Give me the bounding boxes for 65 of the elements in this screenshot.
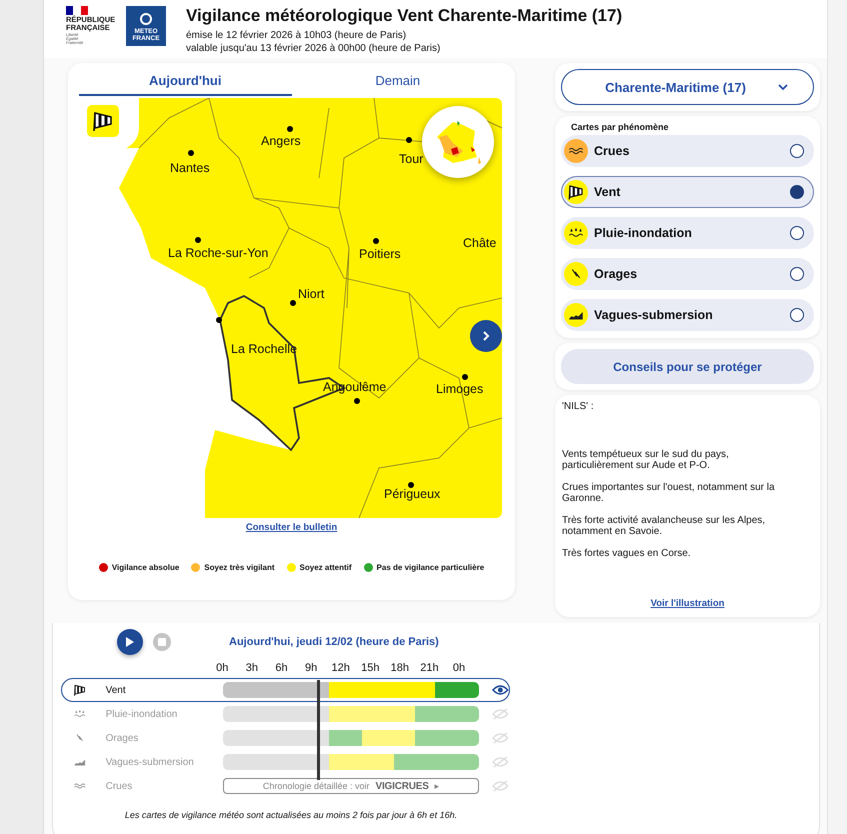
legend-label: Soyez attentif — [300, 563, 352, 572]
hour-label: 18h — [390, 662, 410, 674]
row-label: Pluie-inondation — [106, 708, 178, 720]
eye-icon[interactable] — [492, 684, 509, 696]
bulletin-paragraph: Vents tempétueux sur le sud du pays, particulièrement sur Aude et P-O. — [562, 448, 730, 472]
chevron-down-icon — [778, 83, 788, 91]
row-label: Orages — [106, 732, 140, 744]
illustration-link[interactable]: Voir l'illustration — [650, 598, 724, 609]
play-icon — [125, 636, 135, 648]
phenomenon-option[interactable]: Orages — [561, 258, 814, 290]
day-tab[interactable]: Aujourd'hui — [79, 69, 292, 96]
windsock-icon — [87, 105, 119, 137]
radio-button[interactable] — [790, 267, 804, 281]
bulletin-paragraph: Très fortes vagues en Corse. — [562, 548, 692, 559]
legend-label: Pas de vigilance particulière — [376, 563, 484, 572]
hour-label: 15h — [360, 662, 380, 674]
vigicrues-link[interactable]: Chronologie détaillée : voir VIGICRUES ▸ — [223, 778, 480, 794]
city-label: Tour — [399, 152, 424, 166]
timeline-row[interactable]: Crues Chronologie détaillée : voir VIGICRUES ▸ — [61, 774, 510, 798]
bulletin-link[interactable]: Consulter le bulletin — [246, 522, 338, 533]
logo-mark-icon — [140, 13, 152, 25]
row-label: Vent — [106, 684, 127, 696]
hour-label: 6h — [274, 662, 289, 674]
city-label: Poitiers — [359, 247, 401, 261]
stop-icon — [158, 638, 166, 646]
radio-button[interactable] — [790, 144, 804, 158]
department-select[interactable]: Charente-Maritime (17) — [561, 69, 814, 105]
city-label: La Roche-sur-Yon — [168, 246, 268, 260]
day-tab[interactable]: Demain — [292, 69, 504, 96]
validity-text: valable jusqu'au 13 février 2026 à 00h00 (heure de Paris) — [186, 42, 442, 55]
legend-label: Vigilance absolue — [112, 563, 180, 572]
city-label: Nantes — [170, 161, 210, 175]
phenomenon-option[interactable]: Crues — [561, 135, 814, 167]
hour-label: 0h — [452, 662, 466, 674]
advice-button[interactable]: Conseils pour se protéger — [561, 349, 814, 384]
page-title: Vigilance météorologique Vent Charente-Maritime (17) — [186, 6, 622, 26]
phenomenon-option[interactable]: Pluie-inondation — [561, 217, 814, 249]
section-title: Cartes par phénomène — [571, 122, 670, 132]
hour-label: 21h — [419, 662, 440, 674]
city-label: Limoges — [436, 382, 484, 396]
hour-label: 3h — [244, 662, 260, 674]
bulletin-heading: 'NILS' : — [562, 401, 595, 412]
row-label: Vagues-submersion — [106, 756, 195, 768]
bulletin-paragraph: Très forte activité avalancheuse sur les Alpes, notamment en Savoie. — [562, 514, 766, 538]
bulletin-paragraph: Crues importantes sur l'ouest, notamment sur la Garonne. — [562, 482, 776, 504]
row-label: Crues — [106, 780, 134, 792]
city-label: Niort — [298, 287, 324, 301]
phenomenon-option[interactable]: Vent — [561, 176, 814, 208]
radio-button[interactable] — [790, 226, 804, 240]
phenomenon-option[interactable]: Vagues-submersion — [561, 299, 814, 331]
radio-button[interactable] — [790, 308, 804, 322]
city-label: Châte — [463, 236, 496, 250]
legend-label: Soyez très vigilant — [204, 563, 275, 572]
update-note: Les cartes de vigilance météo sont actualisées au moins 2 fois par jour à 6h et 16h. — [124, 810, 458, 820]
hour-label: 0h — [215, 662, 230, 674]
timeline-row[interactable]: Vent — [61, 678, 510, 702]
city-label: Angers — [261, 134, 301, 148]
play-button[interactable] — [117, 629, 143, 655]
radio-button[interactable] — [790, 185, 804, 199]
issued-text: émise le 12 février 2026 à 10h03 (heure de Paris) — [186, 29, 408, 42]
hour-label: 9h — [304, 662, 318, 674]
flag-icon — [66, 6, 88, 15]
timeline-date: Aujourd'hui, jeudi 12/02 (heure de Paris) — [229, 636, 439, 648]
hour-label: 12h — [330, 662, 351, 674]
city-label: Périgueux — [384, 487, 440, 501]
